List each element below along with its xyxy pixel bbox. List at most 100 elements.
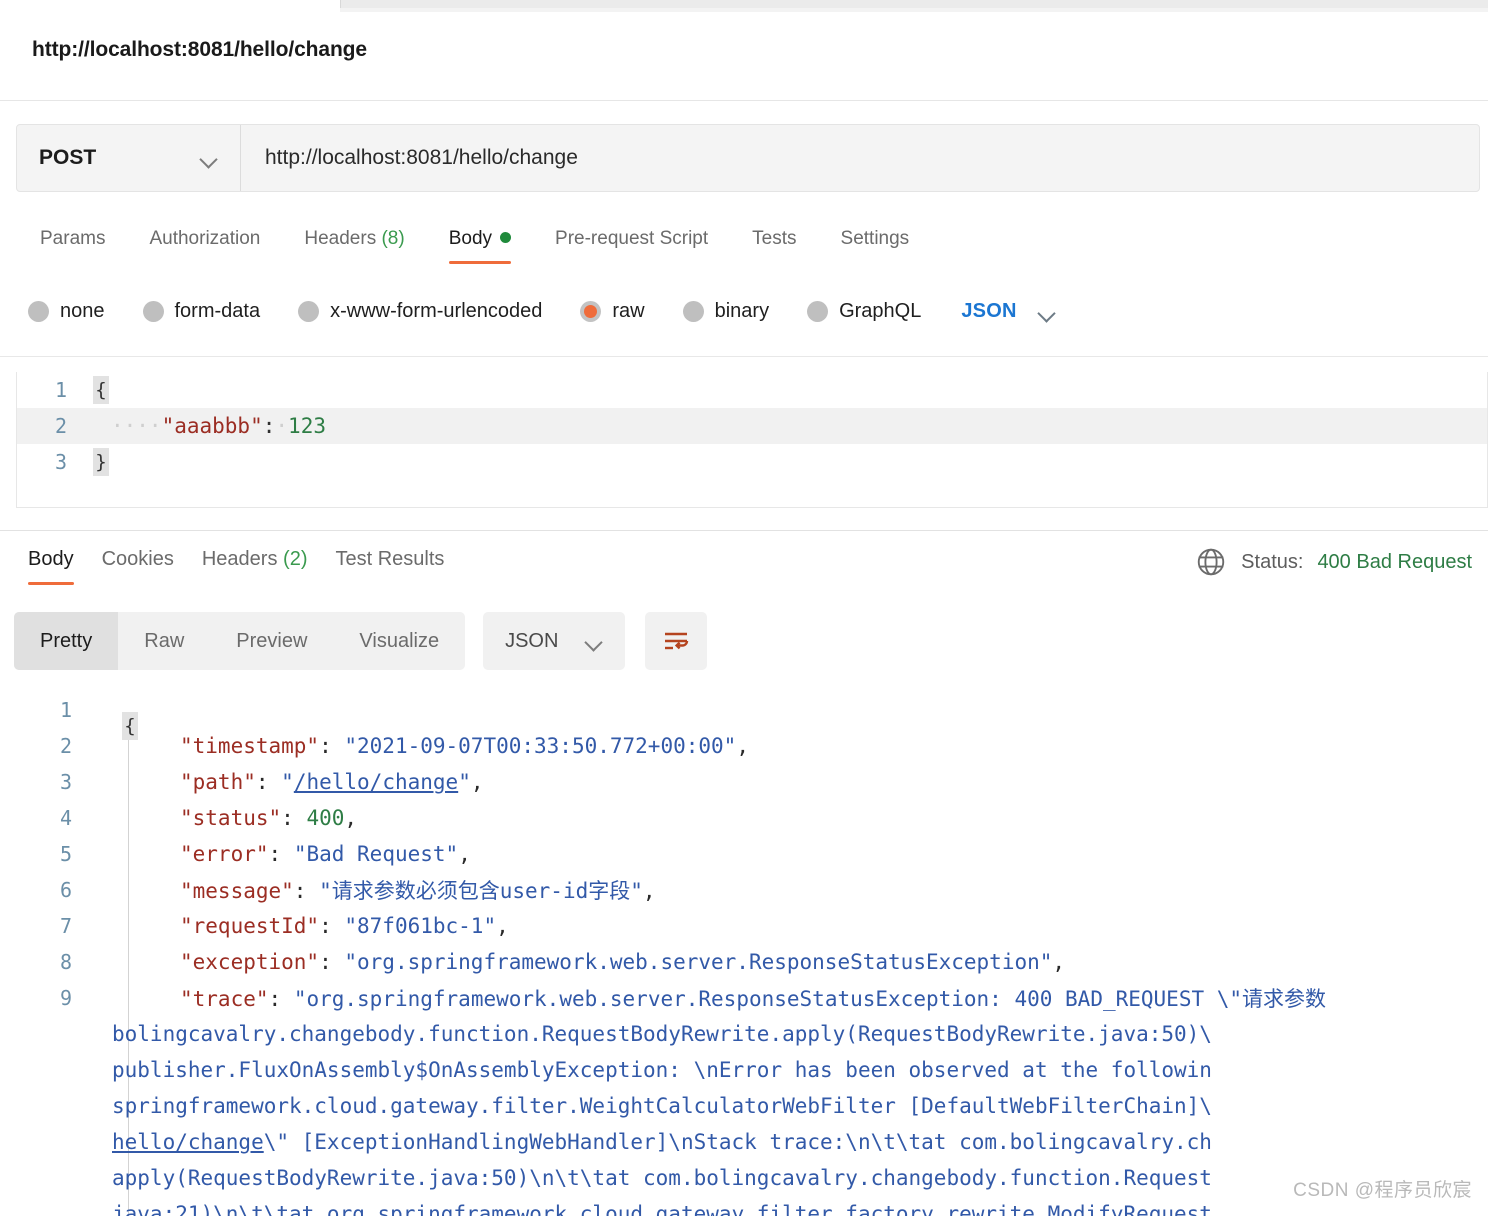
line-number: 6 (59, 878, 72, 902)
json-string: "Bad Request" (293, 842, 459, 866)
response-body-viewer[interactable]: 1 {2 "timestamp": "2021-09-07T00:33:50.772… (0, 692, 1488, 1216)
line-number: 7 (59, 914, 72, 938)
view-mode-visualize[interactable]: Visualize (333, 612, 465, 670)
response-body-line: 7 "requestId": "87f061bc-1", (0, 908, 1488, 944)
brace-marker: } (93, 448, 109, 476)
trace-continuation-text: publisher.FluxOnAssembly$OnAssemblyExcep… (112, 1058, 1212, 1082)
json-punct: : (255, 770, 282, 794)
response-tab-label: Test Results (335, 548, 445, 570)
radio-icon (580, 301, 602, 322)
json-key: "status" (180, 806, 282, 830)
response-tab-body[interactable]: Body (14, 544, 88, 587)
request-tab-tests[interactable]: Tests (730, 222, 818, 268)
response-tab-label: Headers (201, 548, 278, 570)
response-body-text: "timestamp": "2021-09-07T00:33:50.772+00… (126, 734, 749, 758)
response-body-text: "trace": "org.springframework.web.server… (126, 983, 1326, 1013)
body-type-x-www-form-urlencoded[interactable]: x-www-form-urlencoded (298, 300, 542, 323)
response-body-text: "exception": "org.springframework.web.se… (126, 950, 1065, 974)
response-body-wrapped-line: publisher.FluxOnAssembly$OnAssemblyExcep… (0, 1052, 1488, 1088)
request-tab-label: Tests (752, 228, 797, 249)
json-punct: , (1052, 950, 1066, 974)
raw-format-select[interactable]: JSON (961, 300, 1055, 323)
request-tab-body[interactable]: Body (427, 222, 533, 268)
body-type-label: raw (612, 300, 645, 322)
body-type-label: x-www-form-urlencoded (330, 300, 543, 322)
request-tab-label: Headers (304, 228, 377, 249)
trace-continuation-text: apply(RequestBodyRewrite.java:50)\n\t\ta… (112, 1166, 1212, 1190)
response-body-line: 3 "path": "/hello/change", (0, 764, 1488, 800)
body-type-none[interactable]: none (28, 300, 105, 323)
json-key: "requestId" (180, 914, 320, 938)
response-tab-cookies[interactable]: Cookies (88, 544, 188, 587)
response-body-line: 4 "status": 400, (0, 800, 1488, 836)
request-tab-label: Body (448, 228, 493, 249)
trace-continuation-rest: \" [ExceptionHandlingWebHandler]\nStack … (263, 1130, 1212, 1154)
response-format-select[interactable]: JSON (483, 612, 626, 670)
response-body-text: "requestId": "87f061bc-1", (126, 914, 509, 938)
response-body-wrapped-line: bolingcavalry.changebody.function.Reques… (0, 1016, 1488, 1052)
line-number: 8 (59, 950, 72, 974)
json-punct: : (281, 806, 307, 830)
response-body-text: "status": 400, (126, 806, 357, 830)
request-tab-params[interactable]: Params (18, 222, 127, 268)
body-type-form-data[interactable]: form-data (142, 300, 260, 323)
json-key: "exception" (180, 950, 320, 974)
radio-icon (682, 301, 704, 322)
json-key: "aaabbb" (161, 414, 263, 438)
window-chrome-strip (340, 0, 1488, 8)
json-link[interactable]: hello/change (112, 1130, 264, 1154)
json-punct: , (496, 914, 509, 938)
json-punct: , (642, 879, 656, 903)
url-input[interactable]: http://localhost:8081/hello/change (241, 125, 1479, 191)
response-body-line: 6 "message": "请求参数必须包含user-id字段", (0, 872, 1488, 908)
brace-marker: { (93, 376, 109, 404)
response-view-toolbar: Pretty Raw Preview Visualize JSON (14, 612, 708, 670)
response-tab-test-results[interactable]: Test Results (321, 544, 458, 587)
line-number: 3 (54, 450, 67, 474)
space-dot: · (275, 414, 289, 438)
request-tabs: Params Authorization Headers (8) Body Pre-re… (18, 222, 931, 268)
line-number: 1 (54, 378, 67, 402)
json-punct: , (470, 770, 484, 794)
request-tab-settings[interactable]: Settings (819, 222, 932, 268)
chevron-down-icon (201, 153, 218, 163)
body-type-binary[interactable]: binary (682, 300, 769, 323)
request-tab-label: Pre-request Script (555, 228, 709, 249)
json-string: " (458, 770, 471, 794)
request-body-line: 2 ····"aaabbb":·123 (17, 408, 1487, 444)
response-body-text: "path": "/hello/change", (126, 770, 484, 794)
http-method-select[interactable]: POST (17, 125, 241, 191)
line-number: 5 (59, 842, 72, 866)
json-key: "error" (180, 842, 269, 866)
line-number: 4 (59, 806, 72, 830)
line-number: 3 (59, 770, 72, 794)
response-body-line: 9 "trace": "org.springframework.web.serve… (0, 980, 1488, 1016)
brace-marker: { (122, 712, 138, 740)
postman-request-response-pane: http://localhost:8081/hello/change POST … (0, 0, 1488, 1216)
response-body-line: 2 "timestamp": "2021-09-07T00:33:50.772+0… (0, 728, 1488, 764)
wrap-lines-button[interactable] (645, 612, 708, 670)
body-type-radio-group: none form-data x-www-form-urlencoded raw bin… (28, 300, 1056, 323)
request-body-line: 1{ (17, 372, 1487, 408)
json-link[interactable]: /hello/change (294, 770, 458, 794)
request-tab-authorization[interactable]: Authorization (127, 222, 282, 268)
body-type-raw[interactable]: raw (580, 300, 645, 323)
view-mode-preview[interactable]: Preview (210, 612, 333, 670)
view-mode-raw[interactable]: Raw (118, 612, 210, 670)
url-bar: POST http://localhost:8081/hello/change (16, 124, 1480, 192)
view-mode-pretty[interactable]: Pretty (14, 612, 119, 670)
json-key: "trace" (180, 987, 269, 1011)
line-number: 1 (59, 698, 72, 722)
request-tab-label: Authorization (149, 228, 261, 249)
body-type-graphql[interactable]: GraphQL (807, 300, 921, 323)
request-body-editor[interactable]: 1{2 ····"aaabbb":·123 3} (16, 372, 1488, 508)
json-string: "87f061bc-1" (344, 914, 497, 938)
response-tab-label: Cookies (101, 548, 174, 570)
response-tab-headers[interactable]: Headers (2) (188, 544, 322, 587)
line-number: 2 (54, 414, 67, 438)
json-punct: : (319, 950, 345, 974)
request-tab-headers[interactable]: Headers (8) (282, 222, 426, 268)
request-tab-pre-request-script[interactable]: Pre-request Script (533, 222, 730, 268)
json-punct: , (458, 842, 471, 866)
json-key: "path" (180, 770, 256, 794)
